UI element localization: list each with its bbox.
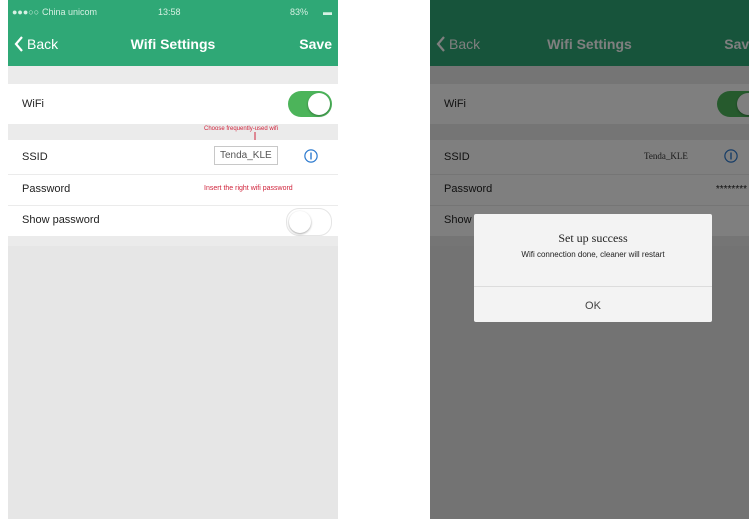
info-icon[interactable] xyxy=(304,149,318,163)
wifi-toggle[interactable] xyxy=(288,91,332,117)
ssid-row[interactable]: SSID Tenda_KLE xyxy=(8,140,338,174)
toggle-knob xyxy=(289,211,311,233)
page-title: Wifi Settings xyxy=(130,36,216,52)
settings-content: WiFi Choose frequently-used wifi SSID Te… xyxy=(8,66,338,519)
show-password-row: Show password xyxy=(8,206,338,236)
show-password-label: Show password xyxy=(22,214,100,226)
dialog-divider xyxy=(474,286,712,287)
status-time: 13:58 xyxy=(158,7,181,17)
choose-wifi-annotation: Choose frequently-used wifi xyxy=(204,126,279,132)
wifi-settings-screen: ●●●○○ China unicom 13:58 83% ▬ Back Wifi… xyxy=(8,0,338,519)
battery-percent: 83% xyxy=(289,7,308,17)
password-row[interactable]: Password Insert the right wifi password xyxy=(8,175,338,205)
ssid-label: SSID xyxy=(22,151,48,163)
show-password-toggle[interactable] xyxy=(286,208,332,236)
toggle-knob xyxy=(308,93,330,115)
battery-icon: ▬ xyxy=(323,7,332,17)
signal-dots-icon: ●●●○○ xyxy=(12,7,40,17)
ok-button[interactable]: OK xyxy=(474,300,712,312)
status-bar: ●●●○○ China unicom 13:58 83% ▬ xyxy=(8,0,338,26)
wifi-settings-success-screen: Back Wifi Settings Save WiFi SSID Tenda_… xyxy=(430,0,749,519)
dialog-title: Set up success xyxy=(558,231,628,245)
empty-area xyxy=(8,246,338,519)
carrier-name: China unicom xyxy=(42,7,98,17)
ssid-value[interactable]: Tenda_KLE xyxy=(214,146,278,165)
wifi-label: WiFi xyxy=(22,98,44,110)
success-dialog: Set up success Wifi connection done, cle… xyxy=(474,214,712,322)
password-label: Password xyxy=(22,183,71,195)
save-button[interactable]: Save xyxy=(299,36,332,52)
wifi-row: WiFi xyxy=(8,84,338,124)
dialog-message: Wifi connection done, cleaner will resta… xyxy=(521,250,665,259)
insert-password-annotation: Insert the right wifi password xyxy=(204,185,293,192)
navigation-bar: Back Wifi Settings Save xyxy=(8,26,338,66)
